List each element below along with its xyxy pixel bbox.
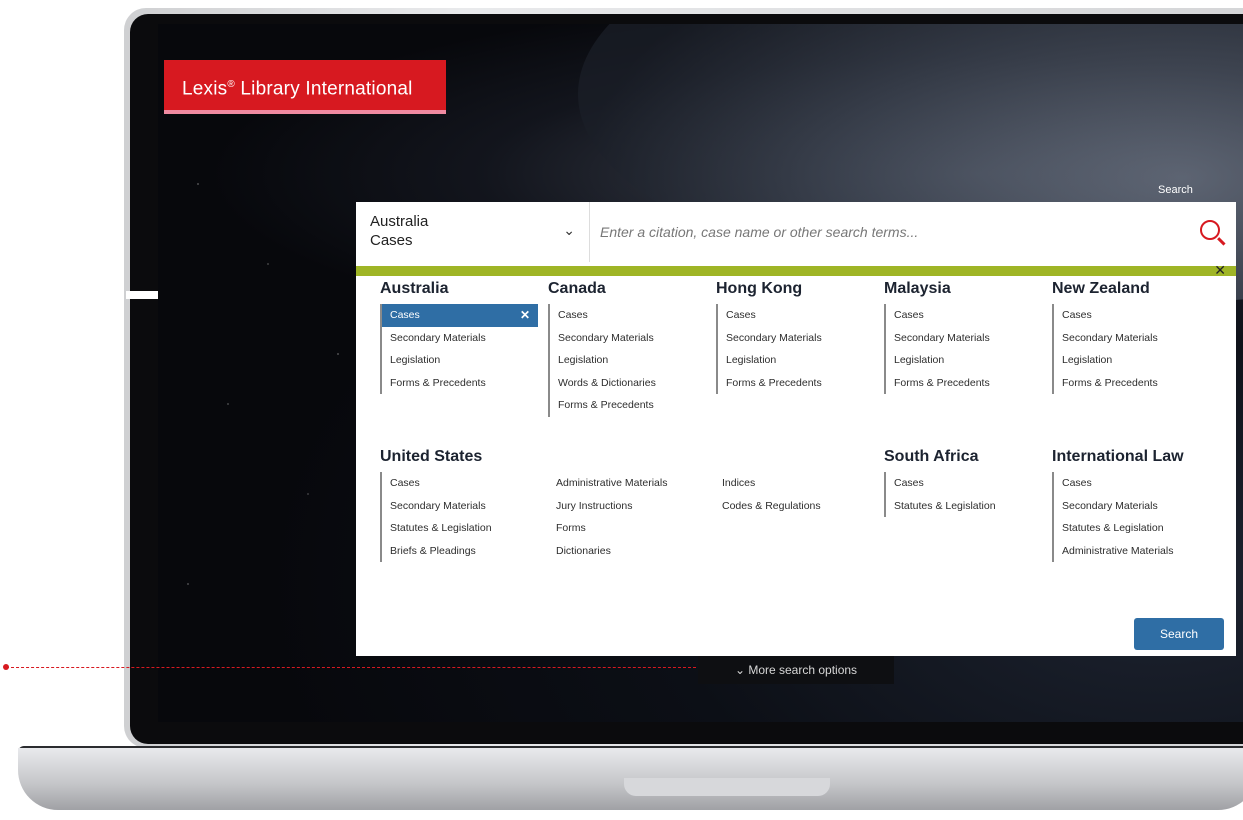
source-item[interactable]: Secondary Materials (718, 327, 874, 350)
source-item[interactable]: Legislation (718, 349, 874, 372)
chevron-down-icon: ⌄ (563, 222, 575, 238)
source-selector[interactable]: Australia Cases ⌄ (356, 202, 590, 262)
source-item[interactable]: Administrative Materials (548, 472, 714, 495)
source-item[interactable]: Cases (382, 472, 548, 495)
annotation-leader-line (6, 667, 696, 668)
source-list: Cases ✕ Secondary Materials Legislation F… (380, 304, 538, 394)
selector-jurisdiction: Australia (370, 213, 429, 230)
group-title: Australia (380, 280, 449, 297)
source-item[interactable]: Codes & Regulations (714, 495, 880, 518)
source-item[interactable]: Secondary Materials (1054, 495, 1228, 518)
us-column: Administrative Materials Jury Instructio… (548, 472, 714, 562)
source-item[interactable]: Forms & Precedents (550, 394, 706, 417)
group-title: Hong Kong (716, 280, 803, 297)
brand-name: Lexis (182, 78, 228, 100)
source-item[interactable]: Legislation (886, 349, 1042, 372)
annotation-dot (3, 664, 9, 670)
camera-marker (126, 291, 158, 299)
source-item[interactable]: Cases (1054, 472, 1228, 495)
us-column: Indices Codes & Regulations (714, 472, 880, 562)
more-options-label: More search options (748, 663, 858, 677)
search-icon[interactable] (1200, 220, 1220, 240)
group-international-law: International Law Cases Secondary Materi… (1052, 448, 1228, 562)
brand-logo[interactable]: Lexis® Library International (164, 60, 446, 110)
group-title: South Africa (884, 448, 979, 465)
source-item[interactable]: Secondary Materials (382, 495, 548, 518)
source-list: Cases Secondary Materials Statutes & Leg… (380, 472, 880, 562)
group-united-states: United States Cases Secondary Materials … (380, 448, 880, 562)
group-title: United States (380, 448, 483, 465)
source-item[interactable]: Legislation (382, 349, 538, 372)
source-item[interactable]: Indices (714, 472, 880, 495)
brand-underline (164, 110, 446, 114)
source-list-header-bar: ✕ (356, 262, 1236, 278)
source-list: Cases Secondary Materials Statutes & Leg… (1052, 472, 1228, 562)
source-item[interactable]: Legislation (550, 349, 706, 372)
source-list: Cases Secondary Materials Legislation Wo… (548, 304, 706, 417)
brand-product: Library International (234, 78, 413, 100)
laptop-opening-notch (624, 778, 830, 796)
source-item[interactable]: Secondary Materials (886, 327, 1042, 350)
group-australia: Australia Cases ✕ Secondary Materials Leg… (380, 280, 538, 394)
group-title: International Law (1052, 448, 1184, 465)
source-item-australia-cases[interactable]: Cases ✕ (382, 304, 538, 327)
source-item[interactable]: Forms & Precedents (382, 372, 538, 395)
group-canada: Canada Cases Secondary Materials Legisla… (548, 280, 706, 417)
us-column: Cases Secondary Materials Statutes & Leg… (382, 472, 548, 562)
marketing-stage: Lexis® Library International Search Aust… (0, 0, 1243, 820)
close-icon[interactable]: ✕ (1214, 262, 1226, 279)
source-list: Cases Secondary Materials Legislation Fo… (716, 304, 874, 394)
more-search-options-toggle[interactable]: ⌄ More search options (698, 656, 894, 684)
source-item[interactable]: Dictionaries (548, 540, 714, 563)
source-item[interactable]: Administrative Materials (1054, 540, 1228, 563)
source-item[interactable]: Statutes & Legislation (1054, 517, 1228, 540)
source-item[interactable]: Words & Dictionaries (550, 372, 706, 395)
source-item[interactable]: Legislation (1054, 349, 1222, 372)
group-malaysia: Malaysia Cases Secondary Materials Legis… (884, 280, 1042, 394)
source-item[interactable]: Jury Instructions (548, 495, 714, 518)
search-panel: Australia Cases ⌄ ✕ Australia Cases ✕ Sec… (356, 202, 1236, 656)
search-input[interactable] (590, 202, 1236, 262)
source-item[interactable]: Forms (548, 517, 714, 540)
source-item[interactable]: Cases (886, 304, 1042, 327)
group-title: Malaysia (884, 280, 951, 297)
chevron-down-icon: ⌄ (734, 663, 749, 677)
source-list: Cases Secondary Materials Legislation Fo… (1052, 304, 1222, 394)
brand-reg: ® (227, 79, 235, 90)
source-item[interactable]: Cases (718, 304, 874, 327)
group-south-africa: South Africa Cases Statutes & Legislatio… (884, 448, 1042, 517)
source-item[interactable]: Secondary Materials (550, 327, 706, 350)
group-hong-kong: Hong Kong Cases Secondary Materials Legi… (716, 280, 874, 394)
source-item[interactable]: Statutes & Legislation (382, 517, 548, 540)
source-item[interactable]: Cases (1054, 304, 1222, 327)
source-item[interactable]: Briefs & Pleadings (382, 540, 548, 563)
source-item[interactable]: Cases (886, 472, 1042, 495)
source-list: Cases Secondary Materials Legislation Fo… (884, 304, 1042, 394)
item-label: Cases (390, 309, 420, 321)
remove-icon[interactable]: ✕ (520, 304, 530, 327)
source-item[interactable]: Statutes & Legislation (886, 495, 1042, 518)
group-title: Canada (548, 280, 606, 297)
source-item[interactable]: Secondary Materials (1054, 327, 1222, 350)
source-list: Cases Statutes & Legislation (884, 472, 1042, 517)
source-item[interactable]: Secondary Materials (382, 327, 538, 350)
source-item[interactable]: Forms & Precedents (886, 372, 1042, 395)
selector-content-type: Cases (370, 232, 413, 249)
source-item[interactable]: Forms & Precedents (718, 372, 874, 395)
source-item[interactable]: Forms & Precedents (1054, 372, 1222, 395)
source-item[interactable]: Cases (550, 304, 706, 327)
group-new-zealand: New Zealand Cases Secondary Materials Le… (1052, 280, 1222, 394)
search-button[interactable]: Search (1134, 618, 1224, 650)
group-title: New Zealand (1052, 280, 1150, 297)
header-search-label[interactable]: Search (1158, 184, 1193, 196)
